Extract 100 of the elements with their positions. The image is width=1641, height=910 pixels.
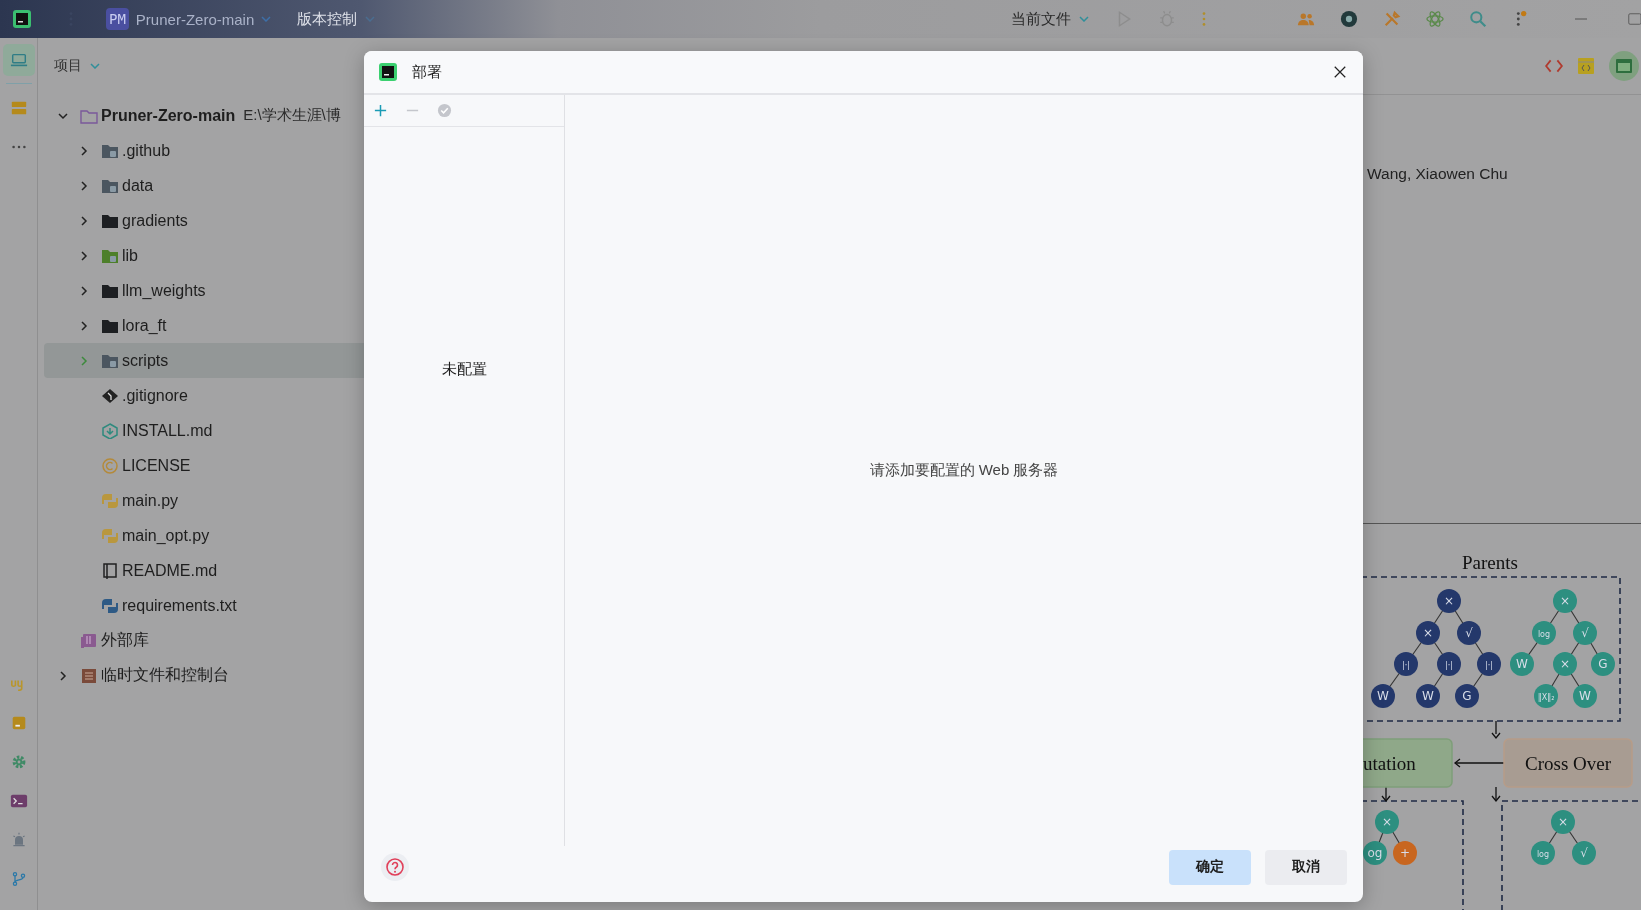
chevron-icon[interactable]	[79, 285, 89, 296]
tree-item[interactable]: llm_weights	[44, 273, 598, 308]
tree-item-name: README.md	[122, 561, 218, 580]
download-icon	[101, 422, 119, 439]
tree-item[interactable]: .github	[44, 133, 598, 168]
caret-icon	[261, 16, 272, 22]
list-icon	[80, 667, 98, 684]
empty-list-text: 未配置	[441, 360, 487, 379]
tree-node: ‖X‖₂	[1534, 684, 1558, 708]
project-name: Pruner-Zero-main	[135, 10, 255, 28]
tree-node: log	[1531, 841, 1555, 865]
tree-item-name: lib	[122, 246, 138, 265]
caret-icon	[1079, 16, 1089, 22]
caret-icon	[365, 16, 376, 22]
tree-item[interactable]: main_opt.py	[44, 518, 598, 553]
tree-node: W	[1510, 652, 1534, 676]
tree-item[interactable]: LICENSE	[44, 448, 598, 483]
atom-icon[interactable]	[1426, 10, 1444, 28]
author-names: Wang, Xiaowen Chu	[1367, 165, 1509, 183]
code-preview-icon[interactable]	[1577, 57, 1595, 75]
chevron-icon[interactable]	[79, 145, 89, 156]
tree-node: G	[1455, 684, 1479, 708]
record-icon[interactable]	[1340, 10, 1358, 28]
mutation-box: utation	[1363, 738, 1453, 788]
tree-item-name: scripts	[122, 351, 169, 370]
vcs-menu[interactable]: 版本控制	[297, 9, 376, 29]
tree-item[interactable]: lora_ft	[44, 308, 598, 343]
folder-icon	[101, 282, 119, 299]
add-icon[interactable]	[373, 103, 388, 118]
preview-icon[interactable]	[1609, 51, 1639, 81]
chevron-icon[interactable]	[79, 250, 89, 261]
chevron-icon[interactable]	[79, 215, 89, 226]
project-view-dropdown[interactable]: 项目	[54, 57, 100, 75]
tree-item-name: LICENSE	[122, 456, 191, 475]
tree-item-name: main_opt.py	[122, 526, 210, 545]
tree-item[interactable]: INSTALL.md	[44, 413, 598, 448]
chevron-icon[interactable]	[58, 110, 68, 121]
tree-node: +	[1393, 841, 1417, 865]
tree-item[interactable]: README.md	[44, 553, 598, 588]
tree-item[interactable]: Pruner-Zero-main E:\学术生涯\博	[44, 98, 598, 133]
tree-item-name: main.py	[122, 491, 179, 510]
tree-item-name: INSTALL.md	[122, 421, 213, 440]
tree-item[interactable]: .gitignore	[44, 378, 598, 413]
tree-item[interactable]: main.py	[44, 483, 598, 518]
tree-node: ×	[1416, 621, 1440, 645]
tools-icon[interactable]	[1383, 10, 1401, 28]
tree-item[interactable]: gradients	[44, 203, 598, 238]
laptop-icon[interactable]	[2, 44, 35, 76]
dialog-button[interactable]: 取消	[1265, 849, 1347, 885]
app-logo-icon	[378, 62, 398, 82]
chevron-icon[interactable]	[79, 180, 89, 191]
tree-item-path: E:\学术生涯\博	[243, 106, 341, 125]
tree-node: ×	[1553, 652, 1577, 676]
figure-title: Parents	[1462, 552, 1518, 573]
tree-node: og	[1363, 841, 1387, 865]
folder-icon	[101, 212, 119, 229]
tree-node: |·|	[1437, 652, 1461, 676]
git-file-icon	[101, 387, 119, 404]
tree-node: ×	[1375, 810, 1399, 834]
tree-node: W	[1416, 684, 1440, 708]
tree-item-name: .github	[122, 141, 171, 160]
tree-node: √	[1573, 621, 1597, 645]
dialog-title: 部署	[412, 62, 442, 82]
arrow	[1491, 786, 1501, 803]
folder-icon	[101, 247, 119, 264]
empty-state-text: 请添加要配置的 Web 服务器	[869, 461, 1059, 480]
tree-node: ×	[1551, 810, 1575, 834]
tree-node: |·|	[1477, 652, 1501, 676]
close-icon[interactable]	[1333, 65, 1347, 79]
folder-icon	[101, 177, 119, 194]
project-badge: PM	[106, 8, 129, 30]
tree-item-name: data	[122, 176, 154, 195]
tree-item[interactable]: lib	[44, 238, 598, 273]
tree-node: √	[1572, 841, 1596, 865]
arrow	[1453, 758, 1505, 768]
tree-item-name: llm_weights	[122, 281, 206, 300]
copyright-icon	[101, 457, 119, 474]
tree-item[interactable]: data	[44, 168, 598, 203]
help-icon[interactable]	[380, 852, 410, 882]
tree-node: W	[1371, 684, 1395, 708]
run-config-dropdown[interactable]: 当前文件	[1011, 9, 1089, 29]
tree-item-name: .gitignore	[122, 386, 188, 405]
book-icon	[101, 562, 119, 579]
app-logo-icon	[12, 9, 32, 29]
dialog-button[interactable]: 确定	[1169, 849, 1251, 885]
arrow	[1381, 786, 1391, 803]
tree-item[interactable]: 临时文件和控制台	[44, 658, 598, 693]
python-icon	[101, 492, 119, 509]
python-icon	[101, 527, 119, 544]
search-icon[interactable]	[1469, 10, 1487, 28]
tree-node: W	[1573, 684, 1597, 708]
chevron-icon[interactable]	[58, 670, 68, 681]
tree-item-name: 临时文件和控制台	[101, 665, 229, 685]
tree-item[interactable]: requirements.txt	[44, 588, 598, 623]
project-switcher[interactable]: PM Pruner-Zero-main	[106, 8, 272, 30]
code-icon[interactable]	[1545, 57, 1563, 75]
chevron-icon[interactable]	[79, 320, 89, 331]
maximize-icon[interactable]	[1627, 11, 1641, 27]
tree-node: log	[1532, 621, 1556, 645]
tree-item[interactable]: 外部库	[44, 623, 598, 658]
